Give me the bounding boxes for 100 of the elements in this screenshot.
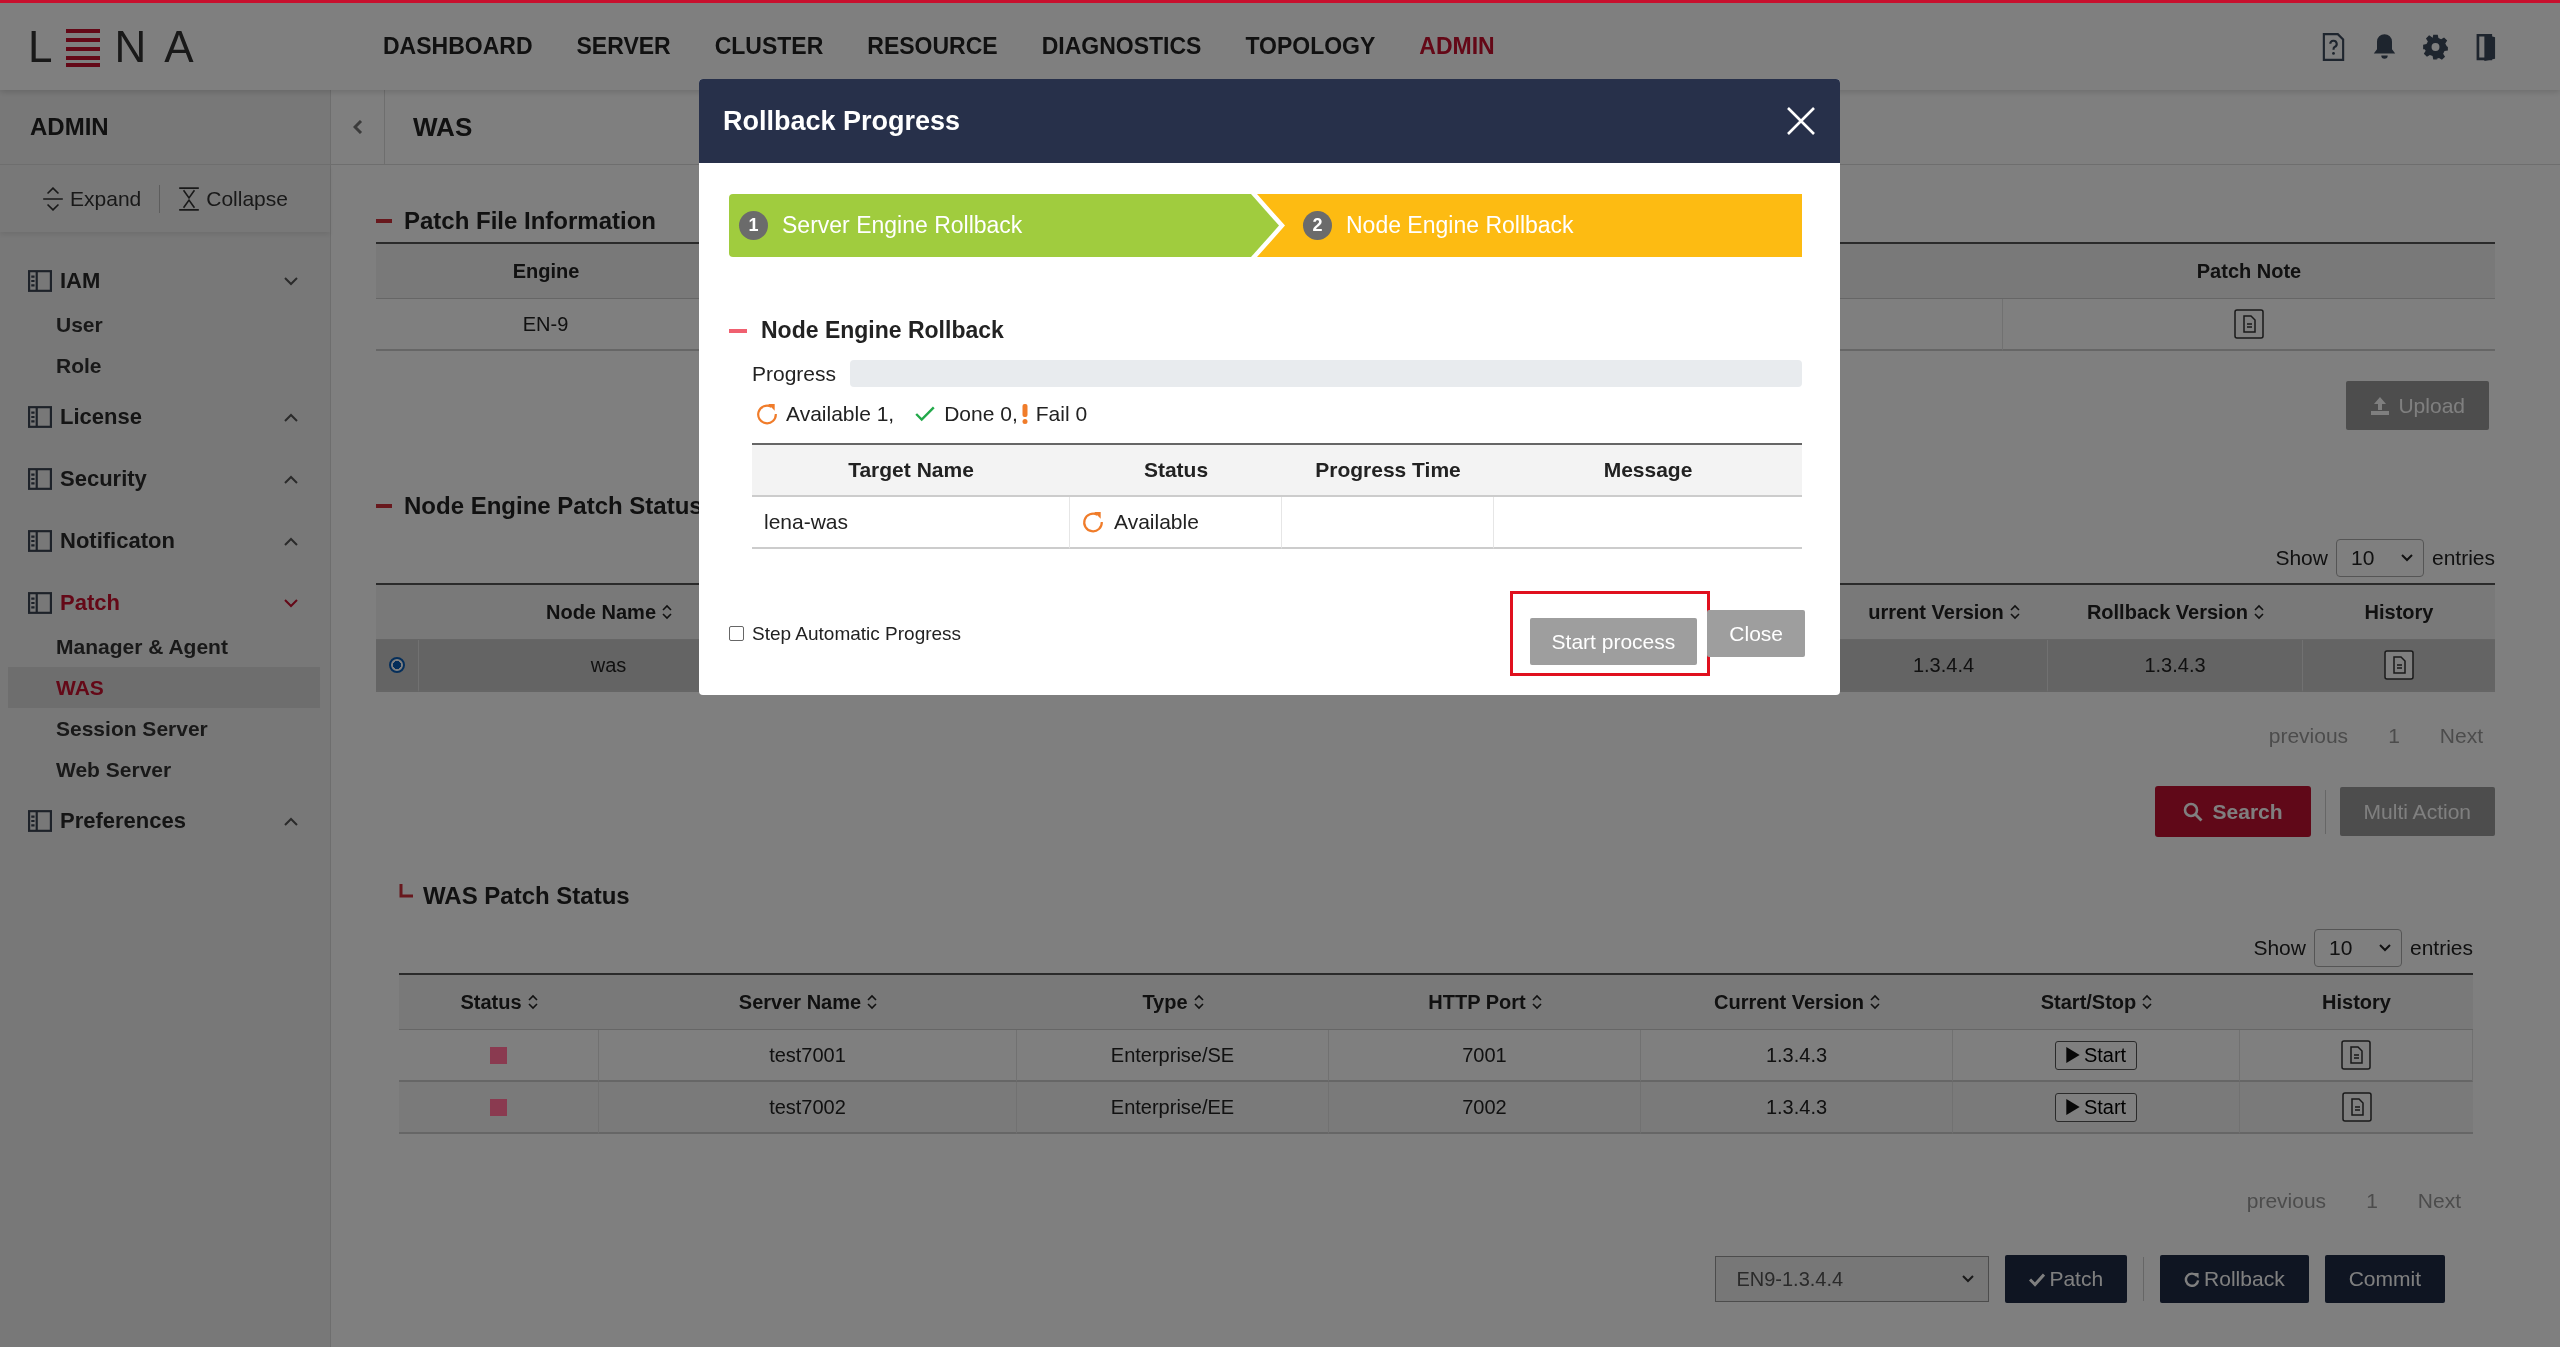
- nav-item[interactable]: DASHBOARD: [383, 33, 533, 60]
- column-header: Status: [1070, 445, 1282, 497]
- panel-icon: [28, 270, 52, 292]
- menu-group[interactable]: IAM: [60, 268, 101, 294]
- menu-item[interactable]: Session Server: [56, 716, 208, 741]
- commit-button[interactable]: Commit: [2324, 1255, 2445, 1303]
- close-icon[interactable]: [1786, 106, 1816, 136]
- step-label: Node Engine Rollback: [1346, 212, 1574, 239]
- section-title: Node Engine Patch Status: [404, 492, 703, 520]
- corner-mark-icon: [399, 884, 413, 898]
- column-header: History: [2303, 585, 2495, 640]
- menu-group[interactable]: Patch: [60, 590, 120, 616]
- page-size-select[interactable]: 10: [2313, 929, 2402, 967]
- dialog-button[interactable]: Start process: [1529, 618, 1698, 665]
- document-icon[interactable]: [2234, 309, 2264, 339]
- show-label: Show: [2275, 546, 2328, 570]
- menu-group[interactable]: Notificaton: [60, 528, 175, 554]
- version-select[interactable]: EN9-1.3.4.4: [1715, 1256, 1990, 1302]
- nav-item[interactable]: ADMIN: [1419, 33, 1495, 60]
- radio-button[interactable]: [389, 657, 405, 673]
- sort-icon[interactable]: [867, 994, 878, 1010]
- panel-icon: [28, 530, 52, 552]
- page-size-select[interactable]: 10: [2335, 539, 2424, 577]
- table-cell: 1.3.4.4: [1840, 640, 2048, 692]
- nav-item[interactable]: CLUSTER: [714, 33, 824, 60]
- chevron-icon[interactable]: [284, 536, 298, 546]
- panel-icon: [28, 592, 52, 614]
- help-icon[interactable]: [2320, 31, 2347, 62]
- chevron-icon[interactable]: [284, 816, 298, 826]
- summary-count: Fail 0: [1035, 402, 1088, 426]
- entries-label: entries: [2431, 546, 2495, 570]
- table-cell: 7002: [1329, 1082, 1641, 1134]
- nav-item[interactable]: RESOURCE: [867, 33, 998, 60]
- summary-count: Done 0,: [944, 402, 1018, 426]
- table-cell: 1.3.4.3: [1641, 1082, 1953, 1134]
- sort-icon[interactable]: [2254, 604, 2265, 620]
- menu-group[interactable]: Security: [60, 466, 147, 492]
- sort-icon[interactable]: [2142, 994, 2153, 1010]
- column-header[interactable]: Type: [1017, 975, 1329, 1030]
- column-header[interactable]: Server Name: [599, 975, 1017, 1030]
- document-icon[interactable]: [2341, 1092, 2372, 1122]
- expand-icon: [42, 186, 64, 211]
- sort-icon[interactable]: [2009, 604, 2020, 620]
- menu-item[interactable]: Web Server: [56, 757, 172, 782]
- panel-icon: [28, 468, 52, 490]
- section-title: Node Engine Rollback: [761, 317, 1004, 344]
- search-button[interactable]: Search: [2154, 786, 2311, 837]
- check-icon: [2029, 1271, 2046, 1287]
- sidebar-tool-button[interactable]: Expand: [36, 182, 148, 215]
- search-icon: [2182, 801, 2203, 822]
- menu-group[interactable]: License: [60, 404, 142, 430]
- menu-item[interactable]: User: [56, 312, 103, 337]
- column-header[interactable]: Current Version: [1641, 975, 1953, 1030]
- summary-count: Available 1,: [786, 402, 895, 426]
- play-icon: [2065, 1047, 2080, 1063]
- chevron-icon[interactable]: [284, 276, 298, 286]
- table-cell: 1.3.4.3: [2048, 640, 2303, 692]
- column-header[interactable]: Start/Stop: [1953, 975, 2240, 1030]
- progress-label: Progress: [752, 361, 837, 386]
- document-icon[interactable]: [2384, 650, 2414, 680]
- table-cell: Enterprise/EE: [1017, 1082, 1329, 1134]
- checkbox[interactable]: [729, 626, 744, 641]
- sidebar-tool-button[interactable]: Collapse: [172, 182, 294, 215]
- chevron-icon[interactable]: [284, 474, 298, 484]
- chevron-icon[interactable]: [284, 412, 298, 422]
- section-title: Patch File Information: [404, 207, 657, 235]
- menu-group[interactable]: Preferences: [60, 808, 186, 834]
- menu-item[interactable]: WAS: [56, 675, 104, 700]
- sort-icon[interactable]: [1193, 994, 1204, 1010]
- rotate-icon: [2184, 1271, 2201, 1287]
- logo-letters: NA: [114, 21, 212, 72]
- caret-icon: [1962, 1275, 1975, 1283]
- menu-item[interactable]: Manager & Agent: [56, 634, 228, 659]
- sort-icon[interactable]: [527, 994, 538, 1010]
- rollback-button[interactable]: Rollback: [2160, 1255, 2309, 1303]
- start-button[interactable]: Start: [2054, 1040, 2138, 1070]
- nav-item[interactable]: DIAGNOSTICS: [1041, 33, 1202, 60]
- sort-icon[interactable]: [1870, 994, 1880, 1010]
- nav-item[interactable]: SERVER: [576, 33, 671, 60]
- column-header[interactable]: Rollback Version: [2048, 585, 2303, 640]
- sort-icon[interactable]: [1531, 994, 1542, 1010]
- logo-stripes-icon: [66, 26, 101, 67]
- start-button[interactable]: Start: [2054, 1092, 2138, 1122]
- patch-button[interactable]: Patch: [2005, 1255, 2128, 1303]
- panel-icon: [28, 406, 52, 428]
- column-header[interactable]: urrent Version: [1840, 585, 2048, 640]
- menu-item[interactable]: Role: [56, 353, 102, 378]
- bell-icon[interactable]: [2371, 31, 2398, 62]
- sort-icon[interactable]: [662, 604, 672, 620]
- section-title: WAS Patch Status: [423, 882, 630, 910]
- menu-item-highlight[interactable]: WAS: [8, 667, 320, 708]
- column-header[interactable]: Status: [399, 975, 599, 1030]
- chevron-icon[interactable]: [284, 598, 298, 608]
- column-header[interactable]: HTTP Port: [1329, 975, 1641, 1030]
- sidebar-title: ADMIN: [30, 113, 109, 141]
- dialog-button[interactable]: Close: [1707, 610, 1805, 657]
- table-cell: test7002: [599, 1082, 1017, 1134]
- document-icon[interactable]: [2341, 1040, 2371, 1070]
- step-number: 1: [739, 211, 768, 240]
- nav-item[interactable]: TOPOLOGY: [1245, 33, 1376, 60]
